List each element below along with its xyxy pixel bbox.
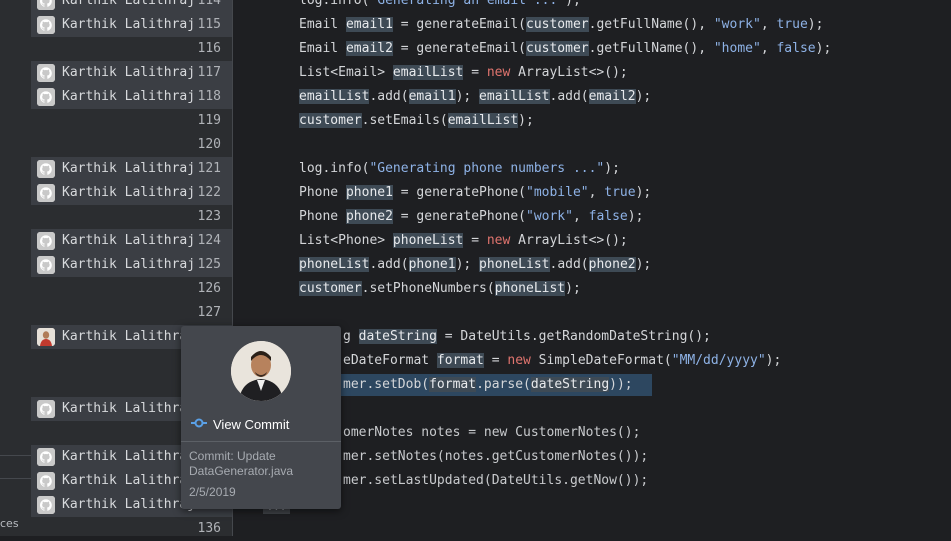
code-line-133: mer.setNotes(notes.getCustomerNotes()); xyxy=(343,449,649,464)
line-number: 115 xyxy=(197,17,221,32)
blame-author: Karthik Lalithraj xyxy=(62,65,196,80)
commit-info-popup: View Commit Commit: Update DataGenerator… xyxy=(181,326,341,509)
code-line-122: Phone phone1 = generatePhone("mobile", t… xyxy=(299,185,652,200)
code-line-126: customer.setPhoneNumbers(phoneList); xyxy=(299,281,581,296)
github-avatar-icon xyxy=(37,256,55,274)
blame-row[interactable]: Karthik Lalithraj 121 xyxy=(31,157,232,181)
github-avatar-icon xyxy=(37,400,55,418)
line-number: 120 xyxy=(197,137,221,152)
line-number: 136 xyxy=(197,521,221,536)
commit-date: 2/5/2019 xyxy=(189,485,236,499)
github-avatar-icon xyxy=(37,472,55,490)
line-number: 117 xyxy=(197,65,221,80)
blame-row: 119 xyxy=(31,109,232,133)
view-commit-label[interactable]: View Commit xyxy=(213,417,289,432)
line-number: 123 xyxy=(197,209,221,224)
line-number: 114 xyxy=(197,0,221,8)
line-number: 127 xyxy=(197,305,221,320)
blame-row: 123 xyxy=(31,205,232,229)
blame-author: Karthik Lalithraj xyxy=(62,401,196,416)
blame-row: 120 xyxy=(31,133,232,157)
github-avatar-icon xyxy=(37,160,55,178)
code-line-116: Email email2 = generateEmail(customer.ge… xyxy=(299,41,832,56)
blame-row[interactable]: Karthik Lalithraj 118 xyxy=(31,85,232,109)
blame-row: 127 xyxy=(31,301,232,325)
code-line-134: mer.setLastUpdated(DateUtils.getNow()); xyxy=(343,473,649,488)
github-avatar-icon xyxy=(37,0,55,10)
blame-author: Karthik Lalithraj xyxy=(62,473,196,488)
github-avatar-icon xyxy=(37,448,55,466)
blame-row[interactable]: Karthik Lalithraj 114 xyxy=(31,0,232,13)
code-line-114: log.info("Generating an email ..."); xyxy=(299,0,581,8)
blame-author: Karthik Lalithraj xyxy=(62,233,196,248)
popup-divider xyxy=(181,441,341,442)
code-line-117: List<Email> emailList = new ArrayList<>(… xyxy=(299,65,628,80)
blame-row[interactable]: Karthik Lalithraj 124 xyxy=(31,229,232,253)
blame-author: Karthik Lalithraj xyxy=(62,185,196,200)
author-avatar-photo xyxy=(37,328,55,346)
code-line-130: mer.setDob(format.parse(dateString)); xyxy=(343,377,633,392)
code-line-124: List<Phone> phoneList = new ArrayList<>(… xyxy=(299,233,628,248)
blame-author: Karthik Lalithraj xyxy=(62,497,196,512)
blame-row: 116 xyxy=(31,37,232,61)
blame-row[interactable]: Karthik Lalithraj 117 xyxy=(31,61,232,85)
strip-divider xyxy=(0,455,31,456)
code-line-123: Phone phone2 = generatePhone("work", fal… xyxy=(299,209,644,224)
commit-icon xyxy=(191,415,207,433)
github-avatar-icon xyxy=(37,64,55,82)
line-number: 124 xyxy=(197,233,221,248)
left-tool-strip: ces xyxy=(0,0,32,536)
code-line-128: g dateString = DateUtils.getRandomDateSt… xyxy=(343,329,711,344)
blame-row[interactable]: Karthik Lalithraj 125 xyxy=(31,253,232,277)
blame-row: 136 xyxy=(31,517,232,541)
blame-row: 126 xyxy=(31,277,232,301)
github-avatar-icon xyxy=(37,232,55,250)
blame-author: Karthik Lalithraj xyxy=(62,0,196,8)
blame-author: Karthik Lalithraj xyxy=(62,89,196,104)
code-line-118: emailList.add(email1); emailList.add(ema… xyxy=(299,89,652,104)
line-number: 121 xyxy=(197,161,221,176)
github-avatar-icon xyxy=(37,88,55,106)
line-number: 116 xyxy=(197,41,221,56)
line-number: 125 xyxy=(197,257,221,272)
blame-author: Karthik Lalithraj xyxy=(62,329,196,344)
line-number: 118 xyxy=(197,89,221,104)
view-commit-link[interactable]: View Commit xyxy=(191,414,289,434)
github-avatar-icon xyxy=(37,184,55,202)
code-line-121: log.info("Generating phone numbers ...")… xyxy=(299,161,620,176)
blame-row[interactable]: Karthik Lalithraj 115 xyxy=(31,13,232,37)
code-line-129: eDateFormat format = new SimpleDateForma… xyxy=(343,353,782,368)
line-number: 122 xyxy=(197,185,221,200)
author-photo xyxy=(231,341,291,401)
blame-row[interactable]: Karthik Lalithraj 122 xyxy=(31,181,232,205)
code-line-125: phoneList.add(phone1); phoneList.add(pho… xyxy=(299,257,652,272)
tool-tab-label[interactable]: ces xyxy=(0,517,19,530)
code-line-115: Email email1 = generateEmail(customer.ge… xyxy=(299,17,824,32)
strip-divider xyxy=(0,478,31,479)
line-number: 119 xyxy=(197,113,221,128)
blame-author: Karthik Lalithraj xyxy=(62,161,196,176)
line-number: 126 xyxy=(197,281,221,296)
commit-message: Commit: Update DataGenerator.java xyxy=(189,449,294,478)
github-avatar-icon xyxy=(37,496,55,514)
blame-author: Karthik Lalithraj xyxy=(62,449,196,464)
code-line-119: customer.setEmails(emailList); xyxy=(299,113,534,128)
code-line-132: omerNotes notes = new CustomerNotes(); xyxy=(343,425,641,440)
github-avatar-icon xyxy=(37,16,55,34)
blame-author: Karthik Lalithraj xyxy=(62,257,196,272)
blame-author: Karthik Lalithraj xyxy=(62,17,196,32)
